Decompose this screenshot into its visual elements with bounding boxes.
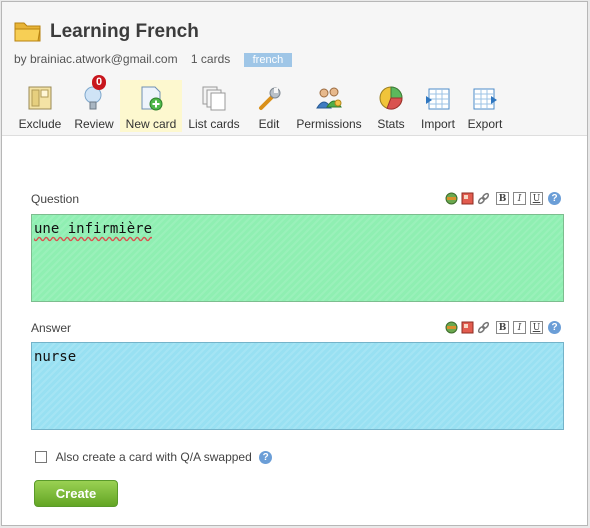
card-count: 1 cards bbox=[190, 52, 231, 66]
toolbar-review[interactable]: 0 Review bbox=[72, 75, 116, 132]
question-text: une infirmière bbox=[34, 221, 153, 237]
answer-editor-toolbar: B I U ? bbox=[445, 321, 565, 335]
question-label: Question bbox=[31, 192, 80, 206]
toolbar-list-cards[interactable]: List cards bbox=[186, 80, 242, 132]
toolbar-edit-label: Edit bbox=[258, 117, 280, 131]
folder-icon bbox=[14, 22, 41, 42]
italic-button[interactable]: I bbox=[513, 321, 526, 334]
toolbar-export-label: Export bbox=[467, 117, 503, 131]
wrench-icon bbox=[259, 87, 281, 110]
toolbar-import[interactable]: Import bbox=[418, 80, 458, 132]
create-button[interactable]: Create bbox=[34, 480, 118, 507]
users-icon bbox=[316, 87, 342, 109]
toolbar-permissions-label: Permissions bbox=[296, 117, 362, 131]
bold-button[interactable]: B bbox=[496, 192, 509, 205]
toolbar-edit[interactable]: Edit bbox=[250, 80, 288, 132]
exclude-icon bbox=[28, 86, 52, 110]
link-icon[interactable] bbox=[477, 321, 490, 334]
import-icon bbox=[426, 88, 450, 110]
italic-button[interactable]: I bbox=[513, 192, 526, 205]
answer-textarea[interactable]: nurse bbox=[31, 342, 564, 430]
question-editor-toolbar: B I U ? bbox=[445, 192, 565, 206]
toolbar-new-card[interactable]: New card bbox=[120, 80, 182, 132]
image-icon[interactable] bbox=[461, 321, 474, 334]
link-icon[interactable] bbox=[477, 192, 490, 205]
answer-label: Answer bbox=[31, 321, 72, 335]
toolbar-export[interactable]: Export bbox=[464, 80, 506, 132]
toolbar-stats[interactable]: Stats bbox=[370, 80, 412, 132]
underline-button[interactable]: U bbox=[530, 192, 543, 205]
pie-chart-icon bbox=[379, 86, 403, 110]
underline-button[interactable]: U bbox=[530, 321, 543, 334]
answer-help-icon[interactable]: ? bbox=[548, 321, 561, 334]
bold-button[interactable]: B bbox=[496, 321, 509, 334]
deck-meta: by brainiac.atwork@gmail.com 1 cards fre… bbox=[14, 52, 298, 67]
deck-tag[interactable]: french bbox=[243, 53, 293, 67]
image-icon[interactable] bbox=[461, 192, 474, 205]
list-cards-icon bbox=[202, 86, 226, 111]
swap-label: Also create a card with Q/A swapped bbox=[55, 450, 252, 464]
toolbar-import-label: Import bbox=[420, 117, 455, 131]
toolbar-permissions[interactable]: Permissions bbox=[296, 80, 362, 132]
review-badge: 0 bbox=[92, 75, 106, 90]
swap-option: Also create a card with Q/A swapped ? bbox=[35, 450, 273, 464]
question-help-icon[interactable]: ? bbox=[548, 192, 561, 205]
deck-title: Learning French bbox=[50, 21, 199, 42]
answer-text: nurse bbox=[34, 349, 77, 365]
color-picker-icon[interactable] bbox=[445, 321, 458, 334]
app-frame: Learning French by brainiac.atwork@gmail… bbox=[1, 1, 588, 526]
color-picker-icon[interactable] bbox=[445, 192, 458, 205]
toolbar-new-card-label: New card bbox=[125, 117, 177, 131]
deck-owner[interactable]: by brainiac.atwork@gmail.com bbox=[14, 52, 178, 66]
swap-help-icon[interactable]: ? bbox=[259, 451, 273, 464]
toolbar-exclude[interactable]: Exclude bbox=[16, 80, 64, 132]
toolbar-exclude-label: Exclude bbox=[18, 117, 62, 131]
toolbar-list-cards-label: List cards bbox=[188, 117, 240, 131]
toolbar-stats-label: Stats bbox=[377, 117, 405, 131]
question-textarea[interactable]: une infirmière bbox=[31, 214, 564, 302]
toolbar-review-label: Review bbox=[74, 117, 114, 131]
export-icon bbox=[473, 88, 497, 110]
new-card-icon bbox=[141, 86, 163, 111]
deck-header: Learning French by brainiac.atwork@gmail… bbox=[2, 2, 587, 136]
swap-checkbox[interactable] bbox=[35, 451, 47, 463]
